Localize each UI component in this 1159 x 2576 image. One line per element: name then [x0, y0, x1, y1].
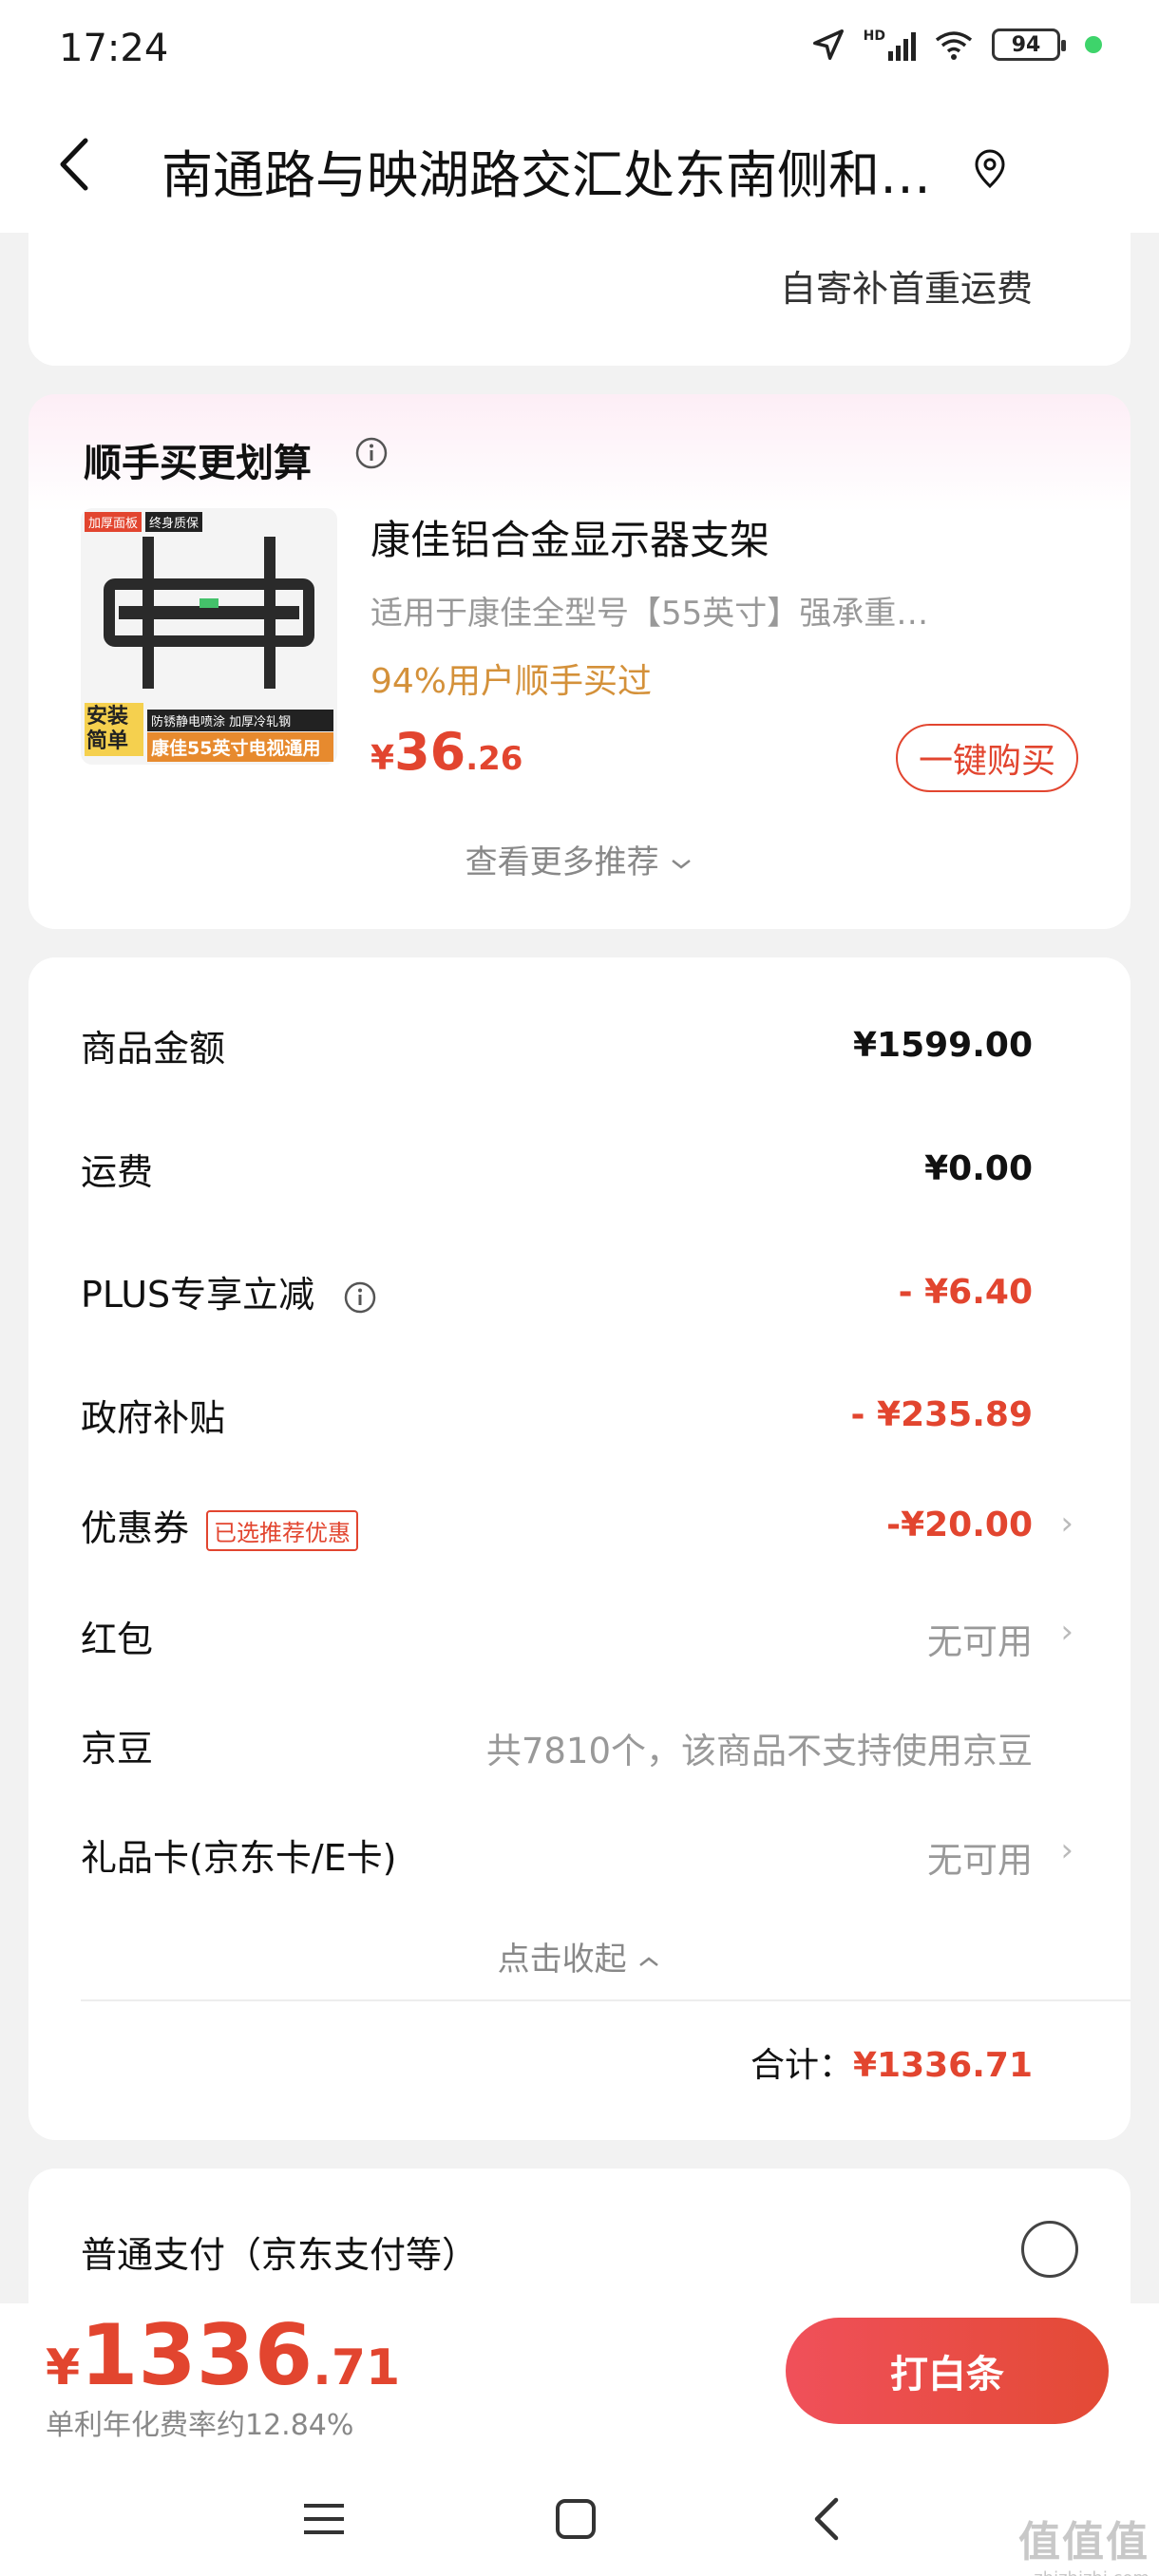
coupon-label: 优惠券 [81, 1507, 190, 1549]
chevron-down-icon [672, 859, 692, 869]
info-icon[interactable] [354, 436, 389, 470]
menu-icon[interactable] [302, 2498, 346, 2540]
checkout-price-integer: 1336 [80, 2306, 314, 2404]
address-title[interactable]: 南通路与映湖路交汇处东南侧和… [162, 133, 960, 208]
row-value-shipping: ¥0.00 [924, 1149, 1033, 1188]
coupon-selected-tag: 已选推荐优惠 [206, 1510, 359, 1551]
total-value: ¥1336.71 [852, 2046, 1033, 2085]
signal-icon: HD [864, 28, 916, 61]
thumb-tag: 终身质保 [145, 512, 203, 532]
more-recommendations-label: 查看更多推荐 [465, 843, 659, 881]
location-arrow-icon [812, 29, 844, 60]
product-price: ¥36.26 [370, 722, 522, 782]
tv-mount-image [104, 537, 314, 689]
row-label-gov-subsidy: 政府补贴 [81, 1397, 226, 1439]
delivery-note: 自寄补首重运费 [779, 268, 1033, 310]
thumb-tag: 加厚面板 [85, 512, 142, 532]
row-label-jd-beans: 京豆 [81, 1728, 154, 1770]
thumb-install: 安装简单 [85, 703, 143, 756]
watermark-logo: 值值值 [1018, 2518, 1150, 2567]
product-thumbnail[interactable]: 加厚面板 终身质保 安装简单 防锈静电喷涂 加厚冷轧钢 康佳55英寸电视通用 [81, 508, 337, 765]
row-label-gift-card: 礼品卡(京东卡/E卡) [81, 1837, 397, 1879]
recommendation-title: 顺手买更划算 [84, 442, 312, 485]
total-label: 合计： [750, 2046, 853, 2085]
network-type: HD [863, 28, 885, 44]
row-value-coupon[interactable]: -¥20.00 [886, 1506, 1033, 1544]
chevron-right-icon[interactable]: › [1060, 1831, 1074, 1869]
thumb-feature: 防锈静电喷涂 加厚冷轧钢 [147, 710, 333, 731]
chevron-right-icon[interactable]: › [1060, 1505, 1074, 1543]
row-label-plus-discount: PLUS专享立减 [81, 1265, 377, 1317]
product-social-proof: 94%用户顺手买过 [370, 662, 653, 701]
row-value-red-packet[interactable]: 无可用 [927, 1613, 1033, 1664]
checkout-price-decimal: .71 [313, 2339, 401, 2396]
row-label-coupon[interactable]: 优惠券 已选推荐优惠 [81, 1499, 359, 1551]
row-label-shipping: 运费 [81, 1151, 154, 1193]
product-description: 适用于康佳全型号【55英寸】强承重… [370, 595, 929, 633]
checkout-price: ¥1336.71 [46, 2306, 400, 2404]
row-value-gov-subsidy: - ¥235.89 [850, 1395, 1033, 1434]
payment-radio[interactable] [1021, 2221, 1078, 2278]
plus-discount-label: PLUS专享立减 [81, 1274, 315, 1316]
divider [81, 1999, 1130, 2001]
privacy-indicator-dot [1085, 36, 1102, 53]
row-label-red-packet: 红包 [81, 1619, 154, 1660]
watermark-url: zhizhizhi.com [1018, 2568, 1150, 2576]
price-integer: 36 [394, 722, 466, 782]
wifi-icon [935, 31, 973, 60]
product-name[interactable]: 康佳铝合金显示器支架 [370, 508, 770, 566]
price-decimal: .26 [466, 740, 523, 778]
header: 南通路与映湖路交汇处东南侧和… [0, 104, 1159, 233]
row-value-plus-discount: - ¥6.40 [898, 1273, 1033, 1312]
system-nav-bar [0, 2470, 1159, 2576]
battery-icon: 94 [992, 28, 1066, 61]
chevron-up-icon [639, 1956, 659, 1966]
more-recommendations-link[interactable]: 查看更多推荐 [0, 836, 1159, 882]
status-time: 17:24 [59, 27, 169, 70]
row-value-gift-card[interactable]: 无可用 [927, 1831, 1033, 1883]
back-arrow-icon[interactable] [48, 131, 104, 198]
chevron-right-icon[interactable]: › [1060, 1613, 1074, 1651]
collapse-label: 点击收起 [497, 1941, 627, 1979]
interest-rate-note: 单利年化费率约12.84% [46, 2409, 354, 2442]
checkout-currency: ¥ [46, 2339, 81, 2396]
back-icon[interactable] [809, 2494, 844, 2544]
row-value-goods-amount: ¥1599.00 [852, 1026, 1033, 1065]
collapse-link[interactable]: 点击收起 [0, 1933, 1159, 1979]
total-row: 合计：¥1336.71 [750, 2037, 1033, 2087]
thumb-banner: 康佳55英寸电视通用 [147, 732, 333, 762]
payment-option-label[interactable]: 普通支付（京东支付等） [81, 2226, 478, 2278]
info-icon[interactable] [343, 1280, 377, 1315]
price-currency: ¥ [370, 739, 395, 778]
status-icons: HD 94 [810, 27, 1102, 63]
row-value-jd-beans: 共7810个，该商品不支持使用京豆 [485, 1731, 1033, 1771]
one-click-buy-button[interactable]: 一键购买 [896, 724, 1078, 792]
thumb-tags: 加厚面板 终身质保 [85, 512, 203, 532]
location-pin-icon[interactable] [971, 148, 1009, 190]
baitiao-pay-button[interactable]: 打白条 [786, 2318, 1109, 2424]
home-icon[interactable] [555, 2498, 597, 2540]
row-label-goods-amount: 商品金额 [81, 1028, 226, 1070]
watermark: 值值值 zhizhizhi.com [1018, 2508, 1150, 2576]
